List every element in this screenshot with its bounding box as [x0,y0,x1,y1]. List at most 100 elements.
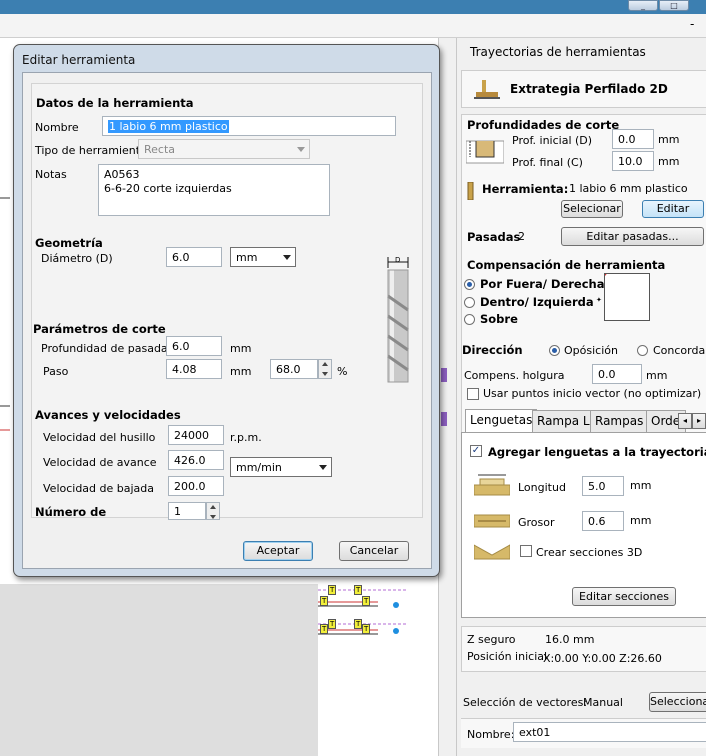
edit-tool-button[interactable]: Editar [642,200,704,218]
radio-inside[interactable] [464,297,475,308]
canvas-gray-area [0,584,318,756]
tool-type-label: Tipo de herramienta [35,144,147,157]
tab-length-label: Longitud [518,481,566,494]
end-depth-input[interactable]: 10.0 [612,151,654,171]
toolpath-panel: Trayectorias de herramientas Extrategia … [456,38,706,756]
panel-header: Trayectorias de herramientas [470,45,646,59]
depth-per-pass-label: Profundidad de pasada [41,342,168,355]
stepover-percent-input[interactable]: 68.0 [270,359,318,379]
depth-per-pass-input[interactable]: 6.0 [166,336,222,356]
stepover-percent-spinner[interactable] [318,359,332,379]
tool-value: 1 labio 6 mm plastico [569,182,688,195]
feed-rate-label: Velocidad de avance [43,456,157,469]
vector-select-button[interactable]: Seleccionar [649,692,706,712]
tab-thickness-input[interactable]: 0.6 [582,511,624,531]
tab-length-input[interactable]: 5.0 [582,476,624,496]
tool-number-spinner[interactable] [206,502,220,520]
tab-marker: T [354,585,363,595]
radio-outside-label[interactable]: Por Fuera/ Derecha [480,277,605,291]
canvas-marker [441,368,447,382]
tool-type-select: Recta [138,139,310,159]
depth-per-pass-unit: mm [230,342,252,355]
radio-outside[interactable] [464,279,475,290]
radio-conventional[interactable] [549,345,560,356]
profile-strategy-icon [474,80,500,99]
radio-on-label[interactable]: Sobre [480,312,518,326]
diameter-unit-value: mm [236,251,258,264]
radio-climb-label[interactable]: Concordancia [653,344,706,357]
feed-rate-input[interactable]: 426.0 [168,450,224,470]
diameter-unit-select[interactable]: mm [230,247,296,267]
window-titlebar: _ □ [0,0,706,14]
vector-start-label[interactable]: Usar puntos inicio vector (no optimizar) [483,387,701,400]
strategy-section: Extrategia Perfilado 2D [461,70,706,108]
cancel-button[interactable]: Cancelar [339,541,409,561]
minimize-button[interactable]: _ [628,0,658,11]
canvas-marker [441,412,447,426]
notes-textarea[interactable]: A0563 6-6-20 corte izquierdas [98,164,330,216]
start-depth-unit: mm [658,133,680,146]
stepover-unit: mm [230,365,252,378]
tab-lenguetas[interactable]: Lenguetas [465,409,538,433]
tool-form: Datos de la herramienta Nombre 1 labio 6… [31,83,423,520]
toolpath-name-input[interactable]: ext01 [513,722,706,742]
plunge-rate-input[interactable]: 200.0 [168,476,224,496]
select-tool-button[interactable]: Selecionar [561,200,623,218]
feed-unit-select[interactable]: mm/min [230,457,332,477]
z-safe-label: Z seguro [467,633,516,646]
stepover-input[interactable]: 4.08 [166,359,222,379]
toolpath-preview[interactable]: T T T T T T T T [318,584,408,646]
tool-name-input[interactable]: 1 labio 6 mm plastico [102,116,396,136]
tab-marker: T [328,585,337,595]
radio-conventional-label[interactable]: Opósición [564,344,618,357]
stepover-label: Paso [43,365,69,378]
tab-marker: T [362,624,371,634]
sections-3d-label[interactable]: Crear secciones 3D [536,546,642,559]
add-tabs-checkbox[interactable]: ✓ [470,445,482,457]
edit-passes-button[interactable]: Editar pasadas... [561,227,704,246]
tab-length-icon [474,474,510,496]
diameter-input[interactable]: 6.0 [166,247,222,267]
edit-sections-button[interactable]: Editar secciones [572,587,676,606]
tab-3d-icon [474,544,510,560]
clearance-input[interactable]: 0.0 [592,364,642,384]
tab-marker: T [320,624,329,634]
spindle-speed-input[interactable]: 24000 [168,425,224,445]
geometry-heading: Geometría [35,236,103,250]
tab-marker: T [328,619,337,629]
tool-diameter-marker: D [395,256,401,264]
maximize-button[interactable]: □ [659,0,689,11]
canvas-scroll-edge[interactable] [438,38,456,756]
tab-thickness-unit: mm [630,514,652,527]
passes-label: Pasadas [467,230,521,244]
name-section: Nombre: ext01 [461,718,706,748]
dialog-body: Datos de la herramienta Nombre 1 labio 6… [22,72,432,569]
tab-scroll-right[interactable]: ▸ [692,413,706,429]
radio-on[interactable] [464,314,475,325]
clearance-label: Compens. holgura [464,369,565,382]
name-label: Nombre: [467,728,515,741]
vector-start-checkbox[interactable] [467,388,479,400]
tab-rampas[interactable]: Rampas [590,410,649,432]
tool-number-input[interactable]: 1 [168,502,206,520]
lenguetas-panel: ✓ Agregar lenguetas a la trayectoria Lon… [461,432,706,618]
cut-params-heading: Parámetros de corte [33,322,166,336]
tab-rampa-l[interactable]: Rampa L. [532,410,599,432]
start-depth-input[interactable]: 0.0 [612,129,654,149]
tool-name-selection: 1 labio 6 mm plastico [108,120,229,133]
direction-label: Dirección [462,343,523,357]
sections-3d-checkbox[interactable] [520,545,532,557]
radio-inside-label[interactable]: Dentro/ Izquierda [480,295,594,309]
ok-button[interactable]: Aceptar [243,541,313,561]
home-label: Posición inicial [467,650,548,663]
tab-scroll-left[interactable]: ◂ [678,413,692,429]
end-depth-label: Prof. final (C) [512,156,583,169]
start-depth-label: Prof. inicial (D) [512,134,593,147]
spindle-speed-label: Velocidad del husillo [43,431,156,444]
plunge-rate-label: Velocidad de bajada [43,482,155,495]
radio-climb[interactable] [637,345,648,356]
tool-data-heading: Datos de la herramienta [36,96,194,110]
tab-marker: T [320,596,329,606]
percent-sign: % [337,365,348,378]
add-tabs-label[interactable]: Agregar lenguetas a la trayectoria [488,445,706,459]
